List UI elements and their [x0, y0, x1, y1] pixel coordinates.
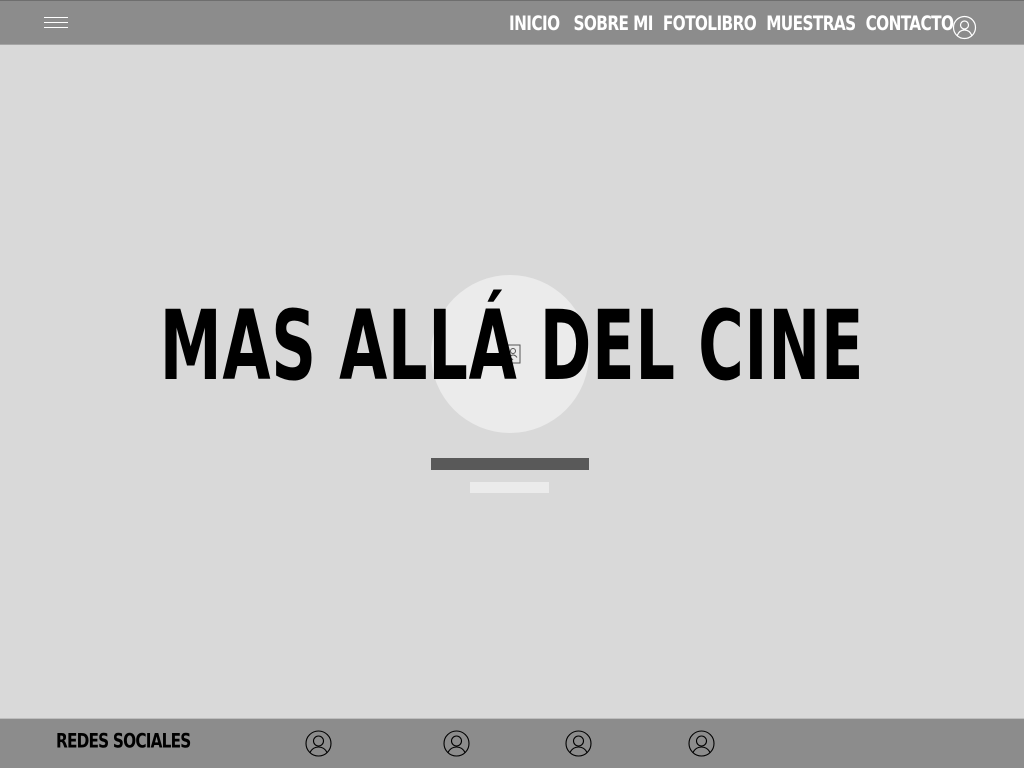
social-user-icon[interactable]: [565, 730, 592, 757]
footer-label: REDES SOCIALES: [56, 730, 191, 754]
nav-item-fotolibro[interactable]: FOTOLIBRO: [663, 8, 757, 40]
nav-item-inicio[interactable]: INICIO: [509, 8, 560, 40]
nav-item-sobre-mi[interactable]: SOBRE MI: [573, 8, 653, 40]
button-placeholder-bar: [470, 482, 549, 493]
header-bar: INICIO SOBRE MI FOTOLIBRO MUESTRAS CONTA…: [0, 0, 1024, 45]
nav-item-contacto[interactable]: CONTACTO: [866, 8, 954, 40]
user-icon[interactable]: [952, 15, 977, 40]
hamburger-menu-icon[interactable]: [44, 17, 68, 30]
nav-item-muestras[interactable]: MUESTRAS: [766, 8, 856, 40]
text-placeholder-bar: [431, 458, 589, 470]
social-user-icon[interactable]: [443, 730, 470, 757]
main-nav: INICIO SOBRE MI FOTOLIBRO MUESTRAS CONTA…: [509, 8, 954, 40]
hero-title: MAS ALLÁ DEL CINE: [159, 290, 865, 402]
page: INICIO SOBRE MI FOTOLIBRO MUESTRAS CONTA…: [0, 0, 1024, 768]
social-user-icon[interactable]: [688, 730, 715, 757]
social-user-icon[interactable]: [305, 730, 332, 757]
footer-bar: REDES SOCIALES: [0, 718, 1024, 768]
